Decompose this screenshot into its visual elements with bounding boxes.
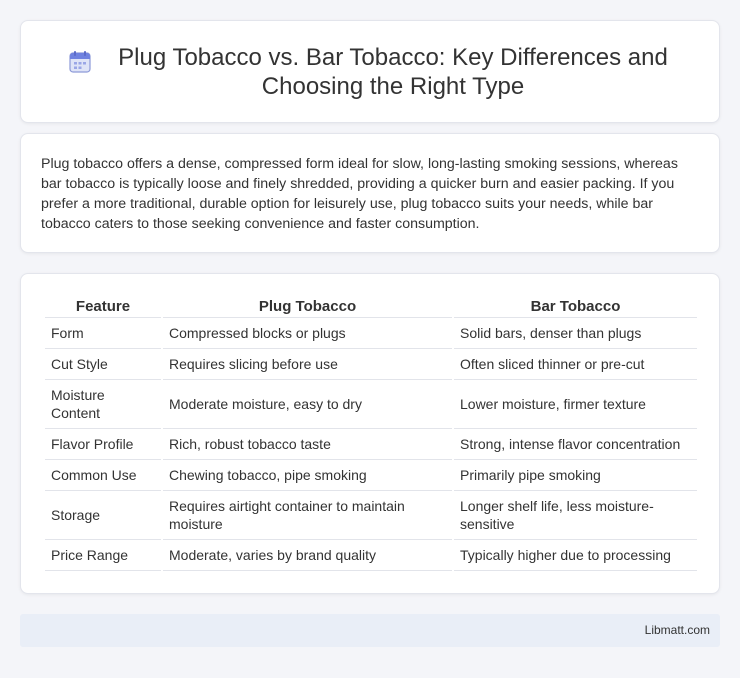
cell-bar: Often sliced thinner or pre-cut — [454, 349, 697, 380]
cell-bar: Primarily pipe smoking — [454, 460, 697, 491]
comparison-card: Feature Plug Tobacco Bar Tobacco Form Co… — [20, 273, 720, 594]
cell-plug: Requires slicing before use — [163, 349, 452, 380]
intro-text: Plug tobacco offers a dense, compressed … — [41, 156, 678, 232]
cell-feature: Moisture Content — [45, 380, 161, 429]
cell-plug: Requires airtight container to maintain … — [163, 491, 452, 540]
cell-bar: Typically higher due to processing — [454, 540, 697, 571]
cell-feature: Cut Style — [45, 349, 161, 380]
table-row: Common Use Chewing tobacco, pipe smoking… — [45, 460, 697, 491]
cell-feature: Storage — [45, 491, 161, 540]
intro-card: Plug tobacco offers a dense, compressed … — [20, 133, 720, 253]
table-row: Storage Requires airtight container to m… — [45, 491, 697, 540]
cell-plug: Chewing tobacco, pipe smoking — [163, 460, 452, 491]
cell-bar: Lower moisture, firmer texture — [454, 380, 697, 429]
title-card: Plug Tobacco vs. Bar Tobacco: Key Differ… — [20, 20, 720, 123]
title-wrap: Plug Tobacco vs. Bar Tobacco: Key Differ… — [60, 43, 680, 101]
table-row: Form Compressed blocks or plugs Solid ba… — [45, 318, 697, 349]
table-row: Flavor Profile Rich, robust tobacco tast… — [45, 429, 697, 460]
table-row: Moisture Content Moderate moisture, easy… — [45, 380, 697, 429]
footer: Libmatt.com — [20, 614, 720, 647]
cell-bar: Strong, intense flavor concentration — [454, 429, 697, 460]
cell-feature: Form — [45, 318, 161, 349]
page-title: Plug Tobacco vs. Bar Tobacco: Key Differ… — [118, 43, 668, 100]
cell-plug: Moderate, varies by brand quality — [163, 540, 452, 571]
footer-site-link[interactable]: Libmatt.com — [645, 623, 710, 637]
cell-plug: Rich, robust tobacco taste — [163, 429, 452, 460]
header-plug-tobacco: Plug Tobacco — [163, 294, 452, 318]
table-row: Price Range Moderate, varies by brand qu… — [45, 540, 697, 571]
cell-bar: Solid bars, denser than plugs — [454, 318, 697, 349]
header-bar-tobacco: Bar Tobacco — [454, 294, 697, 318]
cell-feature: Price Range — [45, 540, 161, 571]
table-row: Cut Style Requires slicing before use Of… — [45, 349, 697, 380]
cell-plug: Compressed blocks or plugs — [163, 318, 452, 349]
cell-feature: Common Use — [45, 460, 161, 491]
comparison-table: Feature Plug Tobacco Bar Tobacco Form Co… — [43, 294, 699, 571]
table-header-row: Feature Plug Tobacco Bar Tobacco — [45, 294, 697, 318]
cell-plug: Moderate moisture, easy to dry — [163, 380, 452, 429]
cell-bar: Longer shelf life, less moisture-sensiti… — [454, 491, 697, 540]
cell-feature: Flavor Profile — [45, 429, 161, 460]
header-feature: Feature — [45, 294, 161, 318]
calendar-icon — [69, 50, 91, 73]
